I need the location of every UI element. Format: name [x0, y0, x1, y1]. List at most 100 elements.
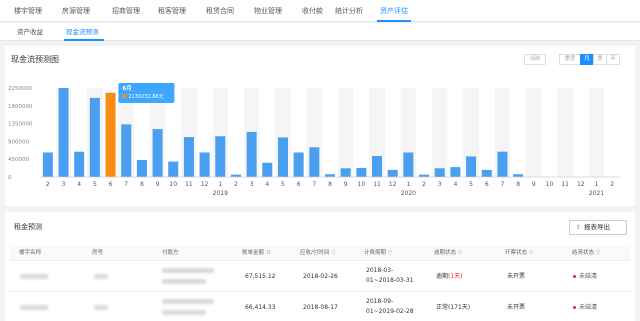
nav-leasing-management[interactable]: 招商管理: [112, 0, 140, 22]
col-billing-period[interactable]: 计费周期 ▽: [364, 246, 392, 261]
col-payer[interactable]: 付款方: [162, 246, 179, 261]
chart-stripe: [337, 88, 354, 177]
x-tick-label: 6: [109, 181, 113, 188]
payer-redacted: [162, 268, 214, 273]
overdue-label: 逾期: [436, 273, 449, 280]
bill-amount: 66,414.33: [245, 304, 276, 311]
bar: [481, 169, 492, 177]
bar-highlighted: [105, 92, 116, 177]
due-date: 2018-02-26: [303, 273, 338, 280]
x-tick-label: 8: [516, 181, 520, 188]
nav-statistics[interactable]: 统计分析: [335, 0, 363, 22]
x-tick-label: 4: [77, 181, 81, 188]
cashflow-chart-card: 现金流预测图 清除 季度 月 季 年 2250000 1800000 1350000…: [5, 46, 635, 206]
billing-period-end: 01~2018-03-31: [366, 277, 414, 284]
settle-status-label: 未结清: [579, 273, 598, 280]
col-overdue-status[interactable]: 逾期状态 ▽: [434, 246, 462, 261]
settle-status-label: 未结清: [579, 304, 598, 311]
nav-building-management[interactable]: 楼宇管理: [14, 0, 42, 22]
col-settle-status[interactable]: 结清状态 ▽: [572, 246, 600, 261]
filter-icon[interactable]: ▽: [458, 250, 462, 256]
x-tick-label: 1: [218, 181, 222, 188]
filter-icon[interactable]: ▽: [388, 250, 392, 256]
x-tick-label: 11: [561, 181, 569, 188]
bar: [403, 152, 414, 177]
room-number-redacted: [94, 274, 108, 279]
year-label: 2019: [213, 190, 228, 197]
y-tick-label: 450000: [8, 157, 29, 163]
x-tick-label: 1: [406, 181, 410, 188]
col-settle-status-label: 结清状态: [572, 250, 595, 256]
building-name-redacted: [20, 274, 48, 279]
sort-icon[interactable]: ⇅: [266, 250, 271, 256]
nav-payments[interactable]: 收付款: [302, 0, 323, 22]
nav-lease-contract[interactable]: 租赁合同: [206, 0, 234, 22]
tooltip-title: 6月: [122, 84, 131, 92]
x-tick-label: 2: [46, 181, 50, 188]
filter-icon[interactable]: ▽: [529, 250, 533, 256]
bar: [168, 161, 179, 177]
x-tick-label: 10: [546, 181, 554, 188]
x-tick-label: 2: [422, 181, 426, 188]
bill-amount: 67,515.12: [245, 273, 276, 280]
filter-icon[interactable]: ▽: [331, 250, 335, 256]
bar: [434, 168, 445, 177]
col-room-number[interactable]: 房号: [92, 246, 103, 261]
bar: [121, 124, 132, 177]
x-tick-label: 5: [93, 181, 97, 188]
x-tick-label: 7: [124, 181, 128, 188]
bar: [152, 129, 163, 177]
status-dot-icon: [573, 306, 576, 309]
tab-asset-income[interactable]: 资产收益: [17, 23, 43, 41]
rent-forecast-card: 租金预测 ⇪ 报表导出 楼宇名称 房号 付款方 账单金额 ⇅ 应收/付时间 ▽ 计费周…: [5, 212, 635, 321]
overdue-status: 正常(171天): [436, 303, 470, 313]
x-tick-label: 12: [389, 181, 397, 188]
status-dot-icon: [573, 275, 576, 278]
y-tick-label: 2250000: [8, 86, 33, 92]
export-report-button[interactable]: ⇪ 报表导出: [569, 220, 627, 235]
year-label: 2021: [589, 190, 604, 197]
cashflow-bar-chart: 2250000 1800000 1350000 900000 450000 0 2 3 4 5 6 7…: [8, 83, 620, 197]
x-tick-label: 8: [328, 181, 332, 188]
table-row[interactable]: 67,515.12 2018-02-26 2018-03- 01~2018-03…: [10, 262, 630, 292]
nav-property-management[interactable]: 房源管理: [62, 0, 90, 22]
col-invoice-status[interactable]: 开票状态 ▽: [505, 246, 533, 261]
x-tick-label: 11: [185, 181, 193, 188]
chart-stripe: [557, 88, 573, 177]
bar: [293, 152, 304, 177]
col-due-date-label: 应收/付时间: [300, 250, 330, 256]
year-label: 2020: [401, 190, 416, 197]
payer-redacted: [162, 310, 206, 315]
chart-stripe: [431, 88, 448, 177]
bar: [372, 156, 383, 177]
col-bill-amount-label: 账单金额: [242, 250, 265, 256]
tooltip-swatch: [122, 94, 127, 98]
bar: [340, 168, 351, 177]
chart-stripe: [588, 88, 605, 177]
bar: [356, 167, 367, 177]
y-tick-label: 900000: [8, 139, 29, 145]
payer-redacted: [162, 279, 206, 284]
x-tick-label: 9: [156, 181, 160, 188]
nav-asset-evaluation[interactable]: 资产评估: [380, 0, 408, 22]
table-row[interactable]: 66,414.33 2018-08-17 2018-09- 01~2019-02…: [10, 293, 630, 321]
x-tick-label: 7: [312, 181, 316, 188]
export-icon: ⇪: [576, 224, 582, 231]
bar: [450, 167, 461, 177]
col-due-date[interactable]: 应收/付时间 ▽: [300, 246, 336, 261]
x-tick-label: 8: [140, 181, 144, 188]
x-tick-label: 1: [595, 181, 599, 188]
x-tick-label: 11: [373, 181, 381, 188]
nav-tenant-management[interactable]: 租客管理: [158, 0, 186, 22]
overdue-days: (1天): [448, 273, 463, 280]
col-bill-amount[interactable]: 账单金额 ⇅: [242, 246, 271, 261]
col-building-name[interactable]: 楼宇名称: [19, 246, 41, 261]
x-tick-label: 4: [453, 181, 457, 188]
nav-estate-management[interactable]: 物业管理: [254, 0, 282, 22]
bar: [199, 152, 210, 177]
building-name-redacted: [20, 305, 48, 310]
x-tick-label: 10: [169, 181, 177, 188]
filter-icon[interactable]: ▽: [596, 250, 600, 256]
bar: [89, 97, 100, 177]
billing-period-end: 01~2019-02-28: [366, 308, 414, 315]
